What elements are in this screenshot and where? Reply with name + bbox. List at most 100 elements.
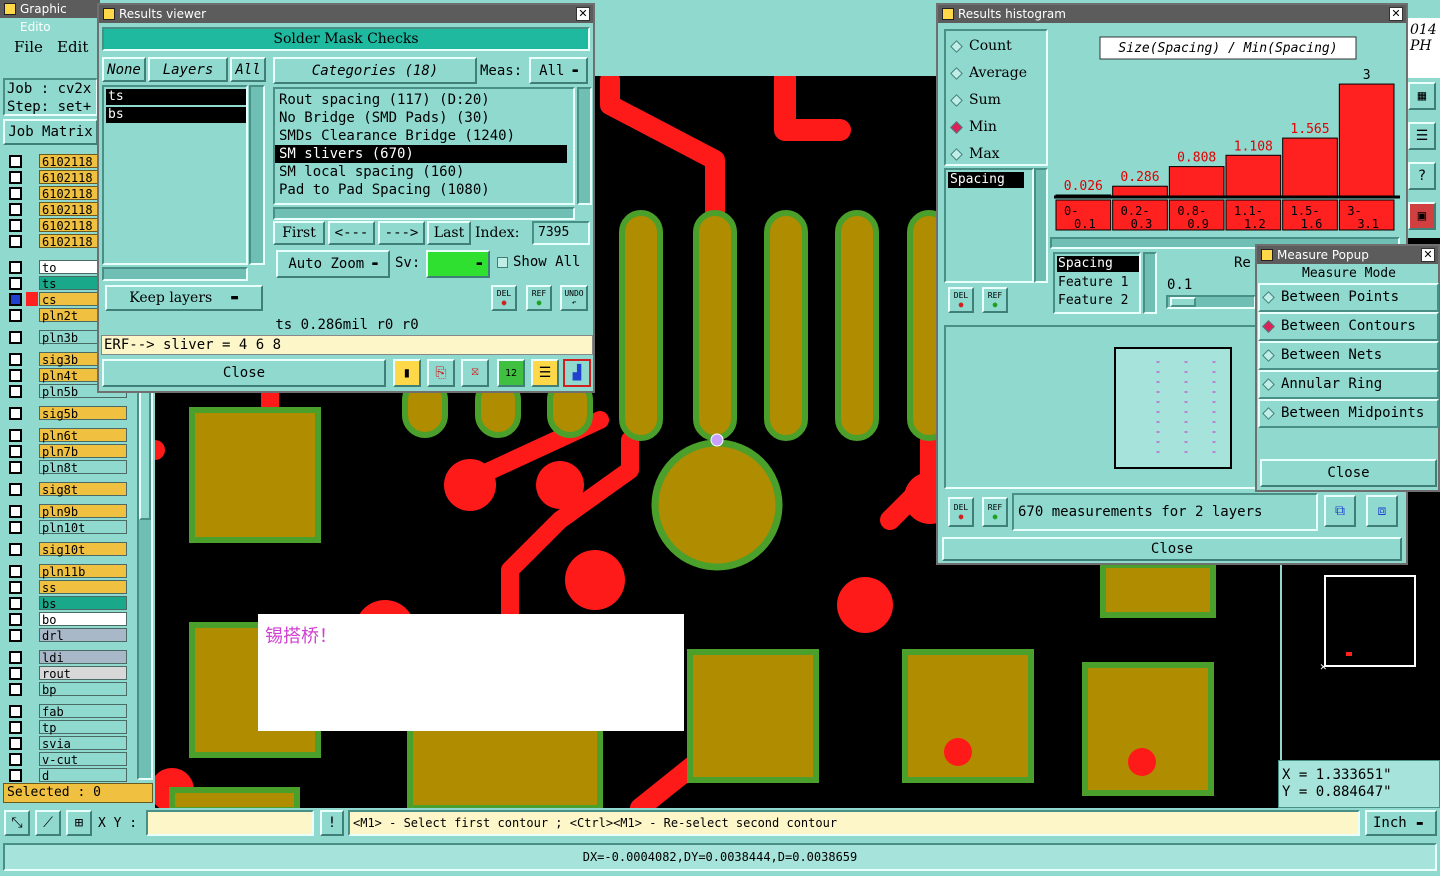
layer-row-name[interactable]: v-cut	[39, 752, 127, 767]
layer-checkbox[interactable]	[9, 445, 22, 458]
category-item[interactable]: Rout spacing (117) (D:20)	[275, 91, 573, 109]
layer-checkbox[interactable]	[9, 769, 22, 782]
meas-select[interactable]: All ▬	[529, 57, 588, 84]
layer-checkbox[interactable]	[9, 171, 22, 184]
histogram-bar[interactable]	[1282, 137, 1338, 198]
tool-right-1-icon[interactable]: ▦	[1408, 82, 1436, 110]
histogram-chart[interactable]: Size(Spacing) / Min(Spacing) 0.026 0.286 0.…	[1050, 29, 1402, 239]
layer-row-name[interactable]: ss	[39, 580, 127, 595]
layer-checkbox[interactable]	[9, 683, 22, 696]
layer-row-name[interactable]: sig10t	[39, 542, 127, 557]
del-button[interactable]: DEL ●	[491, 285, 517, 311]
ref-button[interactable]: REF ●	[526, 285, 552, 311]
layer-item-bs[interactable]: bs	[106, 107, 246, 123]
histogram-bar[interactable]	[1112, 185, 1168, 198]
tool-right-2-icon[interactable]: ☰	[1408, 122, 1436, 150]
close-icon[interactable]: ✕	[1389, 7, 1403, 21]
histogram-bar[interactable]	[1225, 154, 1282, 198]
layer-row-name[interactable]: sig8t	[39, 482, 127, 497]
layer-checkbox[interactable]	[9, 353, 22, 366]
slider-thumb[interactable]	[1170, 297, 1196, 307]
layer-checkbox[interactable]	[9, 261, 22, 274]
layer-checkbox[interactable]	[9, 219, 22, 232]
tool-grid-icon[interactable]: ⊞	[66, 810, 92, 836]
hist-close-button[interactable]: Close	[942, 537, 1402, 561]
mode-option[interactable]: Max	[946, 141, 1046, 168]
close-icon[interactable]: ✕	[576, 7, 590, 21]
hist-del2-button[interactable]: DEL ●	[948, 497, 974, 527]
layer-row-name[interactable]: pln7b	[39, 444, 127, 459]
help-icon[interactable]: ?	[1408, 162, 1436, 190]
results-viewer-titlebar[interactable]: Results viewer ✕	[99, 5, 593, 23]
layer-row-name[interactable]: pln6t	[39, 428, 127, 443]
layer-checkbox[interactable]	[9, 581, 22, 594]
compare-icon[interactable]: 12	[497, 359, 525, 387]
mode-option[interactable]: Average	[946, 60, 1046, 87]
measure-close-button[interactable]: Close	[1260, 459, 1437, 487]
layer-select-list[interactable]: ts bs	[102, 85, 248, 265]
layer-checkbox[interactable]	[9, 309, 22, 322]
item-vscroll[interactable]	[1034, 168, 1048, 283]
layer-row-name[interactable]: bs	[39, 596, 127, 611]
close-icon[interactable]: ✕	[1421, 248, 1435, 262]
layer-checkbox[interactable]	[9, 385, 22, 398]
layer-checkbox[interactable]	[9, 753, 22, 766]
layer-checkbox[interactable]	[9, 187, 22, 200]
measure-option[interactable]: Between Points	[1258, 283, 1439, 312]
layer-row-name[interactable]: bp	[39, 682, 127, 697]
tool-right-3-icon[interactable]: ▣	[1408, 202, 1436, 230]
layer-checkbox[interactable]	[9, 521, 22, 534]
histogram-icon[interactable]: ▟	[563, 359, 591, 387]
legend-icon[interactable]: ▮	[393, 359, 421, 387]
histogram-bar[interactable]	[1338, 83, 1395, 198]
spacing-item-1[interactable]: Feature 1	[1058, 275, 1128, 290]
all-button[interactable]: All	[230, 57, 266, 82]
mode-option[interactable]: Count	[946, 33, 1046, 60]
layers-button[interactable]: Layers	[148, 57, 228, 82]
category-item[interactable]: SM slivers (670)	[275, 145, 567, 163]
show-all-checkbox[interactable]	[497, 257, 508, 268]
layer-row-name[interactable]: tp	[39, 720, 127, 735]
index-input[interactable]: 7395	[532, 221, 590, 245]
category-item[interactable]: No Bridge (SMD Pads) (30)	[275, 109, 573, 127]
last-button[interactable]: Last	[427, 221, 471, 245]
layer-checkbox[interactable]	[9, 331, 22, 344]
layer-checkbox[interactable]	[9, 429, 22, 442]
tool-measure-icon[interactable]: ⟋	[35, 810, 61, 836]
layer-row-name[interactable]: pln10t	[39, 520, 127, 535]
spacing-list[interactable]: Spacing Feature 1 Feature 2	[1053, 252, 1141, 314]
layer-checkbox[interactable]	[9, 597, 22, 610]
layer-list-vscroll[interactable]	[249, 85, 265, 265]
spacing-item-2[interactable]: Feature 2	[1058, 293, 1128, 308]
layer-checkbox[interactable]	[9, 483, 22, 496]
layer-checkbox[interactable]	[9, 737, 22, 750]
unit-select[interactable]: Inch ▬	[1365, 810, 1437, 836]
measure-option[interactable]: Between Nets	[1258, 341, 1439, 370]
menu-edit[interactable]: Edit	[57, 38, 88, 56]
layer-row-name[interactable]: d	[39, 768, 127, 783]
mode-option[interactable]: Min	[946, 114, 1046, 141]
hist-ref-button[interactable]: REF ●	[982, 287, 1008, 313]
zoom-next-icon[interactable]: ⧈	[1366, 495, 1398, 527]
measure-titlebar[interactable]: Measure Popup ✕	[1257, 246, 1438, 264]
layer-list-hscroll[interactable]	[102, 267, 248, 281]
layer-checkbox[interactable]	[9, 667, 22, 680]
layer-row-name[interactable]: drl	[39, 628, 127, 643]
layer-row-name[interactable]: pln9b	[39, 504, 127, 519]
threshold-slider[interactable]	[1166, 295, 1256, 309]
layer-checkbox[interactable]	[9, 369, 22, 382]
mode-option[interactable]: Sum	[946, 87, 1046, 114]
sv-color-select[interactable]: ▬	[426, 250, 490, 278]
layer-row-name[interactable]: svia	[39, 736, 127, 751]
category-vscroll[interactable]	[577, 87, 592, 205]
layer-row-name[interactable]: bo	[39, 612, 127, 627]
histogram-bar[interactable]	[1168, 166, 1225, 198]
layer-checkbox[interactable]	[9, 651, 22, 664]
xy-input[interactable]	[146, 810, 314, 836]
close-button[interactable]: Close	[102, 359, 386, 387]
item-spacing[interactable]: Spacing	[948, 172, 1024, 188]
prev-button[interactable]: <---	[328, 221, 375, 245]
spacing-item-0[interactable]: Spacing	[1057, 256, 1139, 272]
layer-row-name[interactable]: ldi	[39, 650, 127, 665]
auto-zoom-select[interactable]: Auto Zoom ▬	[276, 250, 390, 278]
